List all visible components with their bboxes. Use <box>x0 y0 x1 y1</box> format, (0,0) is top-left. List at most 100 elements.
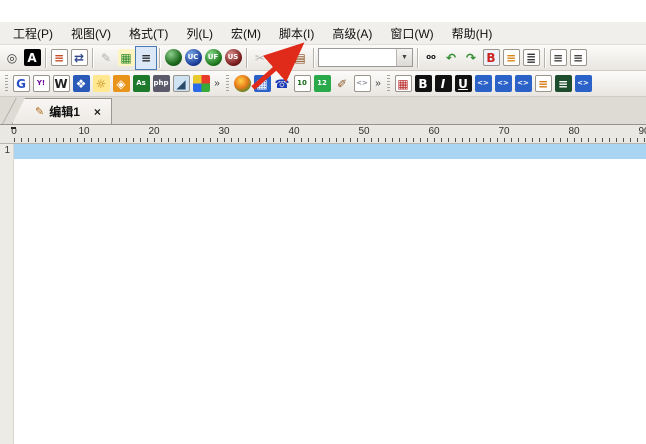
ruler-number: 60 <box>428 126 439 137</box>
code-insert-1-button[interactable]: <> <box>473 73 493 95</box>
paragraph-lines-icon: ≡ <box>550 49 567 66</box>
ruler-ticks <box>14 138 646 142</box>
table-red-icon: ▦ <box>395 75 412 92</box>
menu-bar: 工程(P)视图(V)格式(T)列(L)宏(M)脚本(I)高级(A)窗口(W)帮助… <box>0 22 646 45</box>
combobox-dropdown-icon[interactable]: ▼ <box>396 49 412 66</box>
editor-area[interactable] <box>14 144 646 444</box>
code-tag-icon: <> <box>495 75 512 92</box>
tool-image-button[interactable]: ◢ <box>171 73 191 95</box>
document-binoculars-icon: ≣ <box>523 49 540 66</box>
underline-icon: U <box>455 75 472 92</box>
cut-button[interactable]: ✂ <box>250 47 270 69</box>
italic-button[interactable]: I <box>433 73 453 95</box>
list-icon: ≡ <box>138 49 155 66</box>
toolbar-separator <box>92 48 93 68</box>
document-search-icon: ≡ <box>503 49 520 66</box>
edit-template-button[interactable]: ✎ <box>96 47 116 69</box>
uf-tool-button[interactable]: UF <box>203 47 223 69</box>
list-colored-icon: ≡ <box>535 75 552 92</box>
tool-dev-button[interactable]: ❖ <box>71 73 91 95</box>
paste-button[interactable]: ▤ <box>290 47 310 69</box>
paragraph-left-button[interactable]: ≡ <box>548 47 568 69</box>
us-tool-button[interactable]: US <box>223 47 243 69</box>
list-dark-button[interactable]: ≡ <box>553 73 573 95</box>
ruler-number: 10 <box>78 126 89 137</box>
ruler-number: 90 <box>638 126 646 137</box>
code-tag-icon: <> <box>475 75 492 92</box>
underline-button[interactable]: U <box>453 73 473 95</box>
find-results-button[interactable]: ≣ <box>521 47 541 69</box>
bold-button[interactable]: B <box>413 73 433 95</box>
font-a-icon: A <box>24 49 41 66</box>
toolbar-grip[interactable] <box>226 75 229 93</box>
column-mode-button[interactable]: ▦ <box>116 47 136 69</box>
code-tag-icon: <> <box>515 75 532 92</box>
toolbar-separator <box>313 48 314 68</box>
tool-orange-button[interactable]: ◈ <box>111 73 131 95</box>
toolbar-grip[interactable] <box>5 75 8 93</box>
code-insert-4-button[interactable]: <> <box>573 73 593 95</box>
menu-item-5[interactable]: 宏(M) <box>222 22 270 45</box>
brush-icon: ✐ <box>334 75 351 92</box>
tool-php-button[interactable]: php <box>151 73 171 95</box>
paragraph-right-button[interactable]: ≡ <box>568 47 588 69</box>
search-yahoo-button[interactable]: Y! <box>31 73 51 95</box>
menu-item-2[interactable]: 视图(V) <box>62 22 120 45</box>
tool-actionscript-button[interactable]: As <box>131 73 151 95</box>
word-wrap-button[interactable]: ⇄ <box>69 47 89 69</box>
menu-item-9[interactable]: 帮助(H) <box>443 22 502 45</box>
gear-globe-icon: ❖ <box>73 75 90 92</box>
tab-edit1[interactable]: ✎ 编辑1 × <box>12 98 112 124</box>
toolbar-grip[interactable] <box>387 75 390 93</box>
tool-table-edit-button[interactable]: ▦ <box>393 73 413 95</box>
toolbar-row-1: ◎A≡⇄✎▦≡UCUFUS✂❐▤▼oo↶↷B≡≣≡≡ <box>0 45 646 71</box>
list-view-button[interactable]: ≡ <box>136 47 156 69</box>
copy-button[interactable]: ❐ <box>270 47 290 69</box>
windows-colors-icon <box>193 75 210 92</box>
table-numbers-icon: ▦ <box>254 75 271 92</box>
toolbar-row-2: GY!W❖☼◈Asphp◢»▦☎1012✐<>»▦BIU<><><>≡≡<> <box>0 71 646 97</box>
font-button[interactable]: A <box>22 47 42 69</box>
tool-table-button[interactable]: ▦ <box>252 73 272 95</box>
tool-date-button[interactable]: 12 <box>312 73 332 95</box>
menu-item-3[interactable]: 格式(T) <box>120 22 177 45</box>
print-preview-button[interactable]: ◎ <box>2 47 22 69</box>
browser-preview-button[interactable] <box>163 47 183 69</box>
toolbar2-overflow-2[interactable]: » <box>372 78 384 89</box>
tool-lamp-button[interactable]: ☼ <box>91 73 111 95</box>
ruler-number: 80 <box>568 126 579 137</box>
menu-item-1[interactable]: 工程(P) <box>4 22 62 45</box>
tool-calendar-button[interactable]: 10 <box>292 73 312 95</box>
find-prev-button[interactable]: ↶ <box>441 47 461 69</box>
tool-windows-button[interactable] <box>191 73 211 95</box>
toolbar-separator <box>45 48 46 68</box>
menu-item-4[interactable]: 列(L) <box>177 22 222 45</box>
uf-sphere-icon: UF <box>205 49 222 66</box>
date-12-03-icon: 12 <box>314 75 331 92</box>
tab-close-icon[interactable]: × <box>94 105 101 119</box>
replace-button[interactable]: B <box>481 47 501 69</box>
find-button[interactable]: oo <box>421 47 441 69</box>
menu-item-8[interactable]: 窗口(W) <box>381 22 442 45</box>
code-insert-3-button[interactable]: <> <box>513 73 533 95</box>
tool-xml-button[interactable]: <> <box>352 73 372 95</box>
find-next-button[interactable]: ↷ <box>461 47 481 69</box>
color-picker-button[interactable] <box>232 73 252 95</box>
toolbar2-overflow-1[interactable]: » <box>211 78 223 89</box>
tab-label: 编辑1 <box>49 103 80 120</box>
edit-pencil-icon: ✎ <box>35 105 44 118</box>
find-combobox[interactable]: ▼ <box>318 48 413 67</box>
list-colored-button[interactable]: ≡ <box>533 73 553 95</box>
xml-doc-icon: <> <box>354 75 371 92</box>
search-google-button[interactable]: G <box>11 73 31 95</box>
tool-phone-button[interactable]: ☎ <box>272 73 292 95</box>
ultracompare-button[interactable]: UC <box>183 47 203 69</box>
menu-item-6[interactable]: 脚本(I) <box>270 22 323 45</box>
search-wikipedia-button[interactable]: W <box>51 73 71 95</box>
doc-properties-button[interactable]: ≡ <box>49 47 69 69</box>
line-number: 1 <box>0 144 13 159</box>
find-in-files-button[interactable]: ≡ <box>501 47 521 69</box>
menu-item-7[interactable]: 高级(A) <box>323 22 381 45</box>
tool-brush-button[interactable]: ✐ <box>332 73 352 95</box>
code-insert-2-button[interactable]: <> <box>493 73 513 95</box>
